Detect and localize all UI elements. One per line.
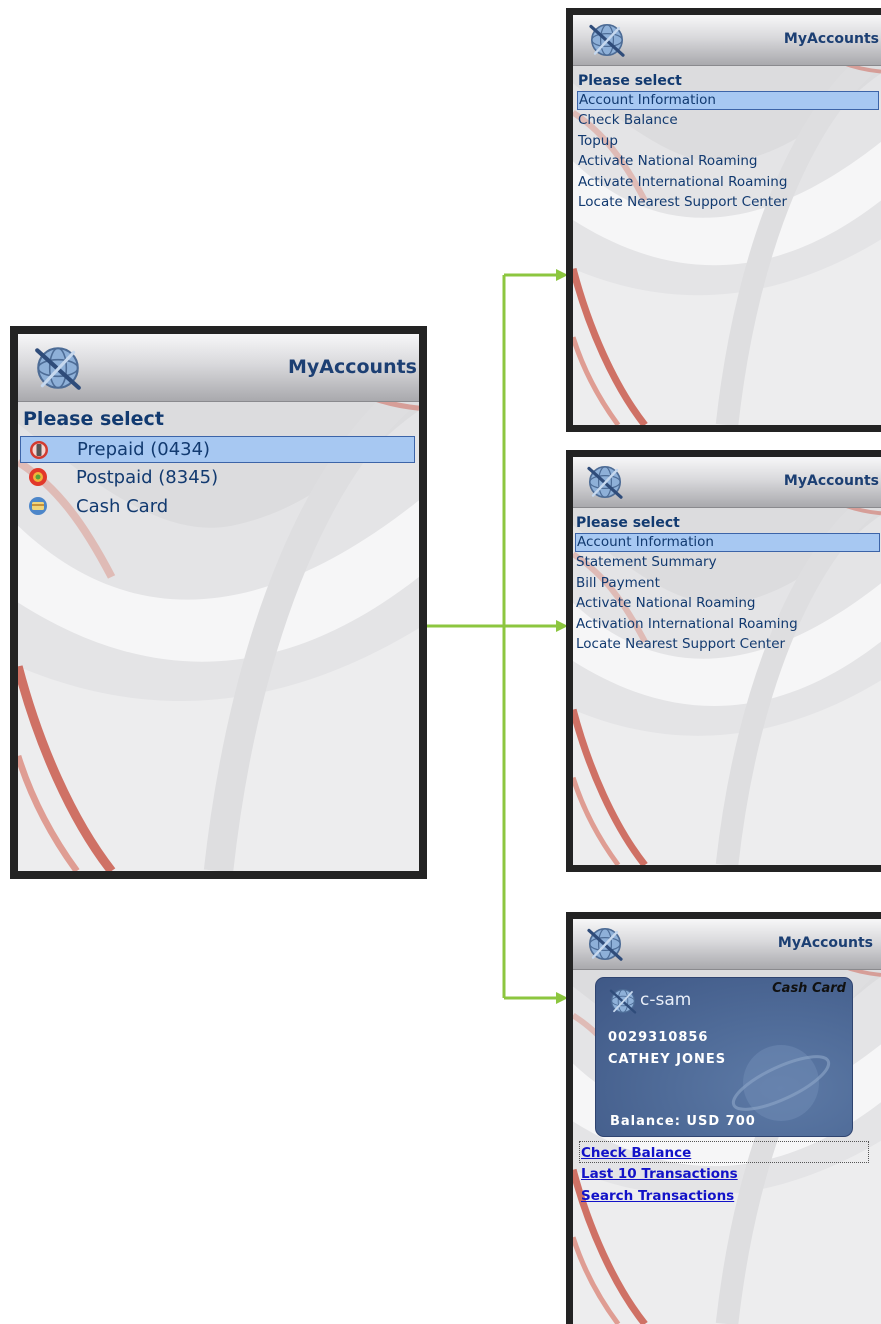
menu-item-label: Postpaid (8345) <box>76 467 219 488</box>
menu-item-statement-summary[interactable]: Statement Summary <box>575 552 880 573</box>
card-balance: Balance: USD 700 <box>610 1114 756 1129</box>
search-transactions-link[interactable]: Search Transactions <box>579 1185 881 1207</box>
menu-heading: Please select <box>23 408 164 430</box>
prepaid-phone-frame: MyAccounts Please select Account Informa… <box>566 8 881 432</box>
postpaid-menu: Please select Account Information Statem… <box>573 513 881 655</box>
menu-heading: Please select <box>576 515 680 531</box>
app-title: MyAccounts <box>783 31 879 47</box>
app-title: MyAccounts <box>777 935 873 951</box>
postpaid-screen: MyAccounts Please select Account Informa… <box>573 457 881 865</box>
check-balance-link[interactable]: Check Balance <box>579 1141 869 1163</box>
menu-item-locate-support-center[interactable]: Locate Nearest Support Center <box>577 192 879 213</box>
card-number: 0029310856 <box>608 1030 709 1045</box>
postpaid-phone-frame: MyAccounts Please select Account Informa… <box>566 450 881 872</box>
app-header: MyAccounts <box>573 919 881 970</box>
menu-item-activate-national-roaming[interactable]: Activate National Roaming <box>577 151 879 172</box>
cashcard-phone-frame: MyAccounts c-sam Cash Card 0029310856 CA… <box>566 912 881 1324</box>
card-brand: c-sam <box>640 990 692 1010</box>
main-menu: Please select Prepaid (0434) Postpaid (8… <box>18 408 419 521</box>
menu-item-activate-national-roaming[interactable]: Activate National Roaming <box>575 593 880 614</box>
app-header: MyAccounts <box>573 15 881 66</box>
menu-item-postpaid[interactable]: Postpaid (8345) <box>20 463 415 492</box>
menu-item-activation-international-roaming[interactable]: Activation International Roaming <box>575 614 880 635</box>
card-icon <box>29 497 47 515</box>
menu-item-account-information[interactable]: Account Information <box>577 91 879 110</box>
menu-item-check-balance[interactable]: Check Balance <box>577 110 879 131</box>
app-header: MyAccounts <box>573 457 881 508</box>
menu-item-prepaid[interactable]: Prepaid (0434) <box>20 436 415 463</box>
menu-item-topup[interactable]: Topup <box>577 131 879 152</box>
cash-card-image: c-sam Cash Card 0029310856 CATHEY JONES … <box>595 977 853 1137</box>
cashcard-screen: MyAccounts c-sam Cash Card 0029310856 CA… <box>573 919 881 1324</box>
menu-item-bill-payment[interactable]: Bill Payment <box>575 573 880 594</box>
menu-heading: Please select <box>578 73 682 89</box>
card-holder-name: CATHEY JONES <box>608 1052 727 1067</box>
app-logo-icon <box>32 342 84 394</box>
app-logo-icon <box>585 924 625 964</box>
cashcard-links: Check Balance Last 10 Transactions Searc… <box>573 1141 881 1207</box>
mobile-phone-icon <box>30 441 48 459</box>
menu-item-label: Prepaid (0434) <box>77 439 211 460</box>
menu-item-label: Cash Card <box>76 496 169 517</box>
menu-item-cash-card[interactable]: Cash Card <box>20 492 415 521</box>
card-logo-icon <box>608 986 638 1016</box>
menu-item-account-information[interactable]: Account Information <box>575 533 880 552</box>
card-type-label: Cash Card <box>772 981 846 996</box>
app-logo-icon <box>587 20 627 60</box>
menu-item-locate-support-center[interactable]: Locate Nearest Support Center <box>575 634 880 655</box>
app-header: MyAccounts <box>18 334 419 402</box>
postpaid-icon <box>29 468 47 486</box>
main-phone-frame: MyAccounts Please select Prepaid (0434) … <box>10 326 427 879</box>
menu-item-activate-international-roaming[interactable]: Activate International Roaming <box>577 172 879 193</box>
app-logo-icon <box>585 462 625 502</box>
last-10-transactions-link[interactable]: Last 10 Transactions <box>579 1163 881 1185</box>
prepaid-screen: MyAccounts Please select Account Informa… <box>573 15 881 425</box>
app-title: MyAccounts <box>783 473 879 489</box>
main-screen: MyAccounts Please select Prepaid (0434) … <box>18 334 419 871</box>
app-title: MyAccounts <box>287 356 417 378</box>
prepaid-menu: Please select Account Information Check … <box>573 71 881 213</box>
